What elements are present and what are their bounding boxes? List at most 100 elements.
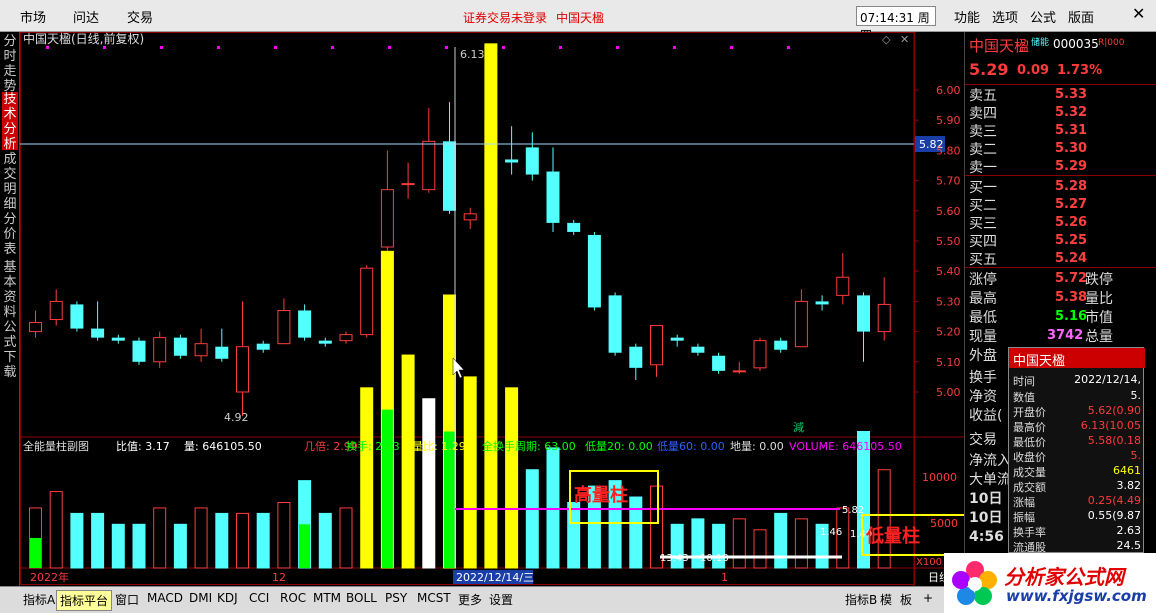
tab-mcst[interactable]: MCST: [414, 590, 454, 606]
tab-plus[interactable]: +: [920, 590, 936, 606]
volume-bar: [525, 469, 539, 569]
tab-more[interactable]: 更多: [455, 590, 485, 609]
candle-body: [774, 340, 788, 350]
candle-body: [153, 337, 167, 363]
menu-layout[interactable]: 版面: [1068, 7, 1094, 26]
tab-psy[interactable]: PSY: [382, 590, 410, 606]
volume-bar: [877, 469, 891, 569]
stat-mktcap-label: 市值: [1085, 310, 1113, 326]
ask2-price: 5.30: [1055, 141, 1088, 156]
stat-cur-vol: 3742: [1047, 328, 1084, 343]
popup-value-5: 5.: [1130, 449, 1142, 462]
tab-intraday[interactable]: 分时走势: [2, 34, 18, 94]
volume-bar: [422, 398, 436, 569]
menu-trade[interactable]: 交易: [127, 7, 153, 26]
stock-name: 中国天楹: [969, 37, 1030, 55]
bid1-label: 买一: [969, 180, 997, 196]
sub-quanhuanshou: 全换手周期: 63.00: [482, 439, 576, 453]
candle-body: [339, 334, 353, 342]
ask5-label: 卖五: [969, 88, 997, 104]
sub-chart-title: 全能量柱副图: [23, 439, 89, 453]
menu-func[interactable]: 功能: [954, 7, 980, 26]
tab-price-table[interactable]: 分价表: [2, 212, 18, 257]
menu-formula[interactable]: 公式: [1030, 7, 1056, 26]
low-label-4: 10.18: [700, 553, 729, 564]
ask4-price: 5.32: [1055, 105, 1088, 120]
popup-value-8: 0.25(4.49: [1087, 494, 1141, 507]
candle-body: [525, 147, 539, 175]
ask5-price: 5.33: [1055, 87, 1088, 102]
bar-info-popup[interactable]: 中国天楹 时间 2022/12/14, 数值 5. 开盘价 5.62(0.90 …: [1008, 347, 1145, 554]
popup-value-2: 5.62(0.90: [1087, 404, 1141, 417]
popup-label-8: 涨幅: [1013, 496, 1035, 509]
tab-trades[interactable]: 成交明细: [2, 152, 18, 212]
tab-indicator-a[interactable]: 指标A: [20, 590, 58, 609]
xaxis-year: 2022年: [30, 570, 69, 584]
tab-cci[interactable]: CCI: [246, 590, 272, 606]
volume-bar: [794, 518, 808, 569]
login-notice[interactable]: 证券交易未登录: [463, 9, 547, 26]
signal-dot: [331, 46, 334, 49]
candle-body: [608, 295, 622, 353]
bid4-label: 买四: [969, 234, 997, 250]
menu-options[interactable]: 选项: [992, 7, 1018, 26]
signal-dot: [559, 46, 562, 49]
logo-url: www.fxjgsw.com: [1006, 587, 1147, 605]
candle-body: [70, 304, 84, 329]
tab-boll[interactable]: BOLL: [343, 590, 380, 606]
r-tag: R|000: [1098, 38, 1125, 48]
tab-roc[interactable]: ROC: [277, 590, 309, 606]
tab-technical[interactable]: 技术分析: [2, 92, 18, 152]
popup-value-9: 0.55(9.87: [1087, 509, 1141, 522]
chart-area[interactable]: 5.82 中国天楹(日线,前复权) ◇ ✕ 6.13 4.92 減 6.00 5.…: [20, 32, 964, 586]
sub-unit: X100: [916, 557, 942, 568]
volume-bar: [484, 43, 498, 569]
tab-formula-download[interactable]: 公式下载: [2, 320, 18, 380]
stat-limit-up-label: 涨停: [969, 272, 997, 288]
volume-bar: [173, 523, 187, 569]
tab-board[interactable]: 板: [897, 590, 915, 609]
tab-macd[interactable]: MACD: [144, 590, 186, 606]
tab-dmi[interactable]: DMI: [186, 590, 215, 606]
candle-body: [360, 267, 374, 336]
stat-total-vol-label: 总量: [1085, 329, 1113, 345]
x-icon[interactable]: ✕: [900, 33, 909, 46]
bid3-label: 买三: [969, 216, 997, 232]
popup-label-1: 数值: [1013, 391, 1035, 404]
candle-body: [712, 355, 726, 371]
tab-window[interactable]: 窗口: [112, 590, 142, 609]
menu-market[interactable]: 市场: [20, 7, 46, 26]
candle-body: [401, 183, 415, 186]
volume-bar: [318, 512, 332, 569]
price-min-label: 4.92: [224, 411, 249, 424]
price-max-label: 6.13: [460, 48, 485, 61]
ytick-label: 5.10: [936, 356, 961, 369]
tab-mtm[interactable]: MTM: [310, 590, 344, 606]
more-label-2: 净资: [969, 389, 997, 405]
sub-volume: VOLUME: 646105.50: [789, 440, 902, 453]
candle-body: [587, 234, 601, 308]
kline-chart[interactable]: 5.82 中国天楹(日线,前复权) ◇ ✕ 6.13 4.92 減 6.00 5.…: [20, 32, 964, 586]
candle-body: [670, 337, 684, 341]
menu-qa[interactable]: 问达: [73, 7, 99, 26]
stat-vol-ratio-label: 量比: [1085, 291, 1113, 307]
volume-bar: [111, 523, 125, 569]
signal-dot: [274, 46, 277, 49]
tab-settings[interactable]: 设置: [486, 590, 516, 609]
tab-mo[interactable]: 模: [877, 590, 895, 609]
ytick-label: 5.80: [936, 144, 961, 157]
bid2-label: 买二: [969, 198, 997, 214]
tab-fundamentals[interactable]: 基本资料: [2, 260, 18, 320]
close-icon[interactable]: ✕: [1132, 4, 1145, 23]
tab-indicator-b[interactable]: 指标B: [842, 590, 880, 609]
menu-bar: 市场 问达 交易 证券交易未登录 中国天楹 07:14:31 周四 功能 选项 …: [0, 0, 1156, 42]
ytick-label: 5.90: [936, 114, 961, 127]
bid5-label: 买五: [969, 252, 997, 268]
bid4-price: 5.25: [1055, 233, 1088, 248]
diamond-icon[interactable]: ◇: [882, 33, 891, 46]
bid2-price: 5.27: [1055, 197, 1088, 212]
candle-body: [836, 276, 850, 296]
candle-body: [857, 295, 870, 332]
tab-kdj[interactable]: KDJ: [214, 590, 241, 606]
tab-indicator-platform[interactable]: 指标平台: [56, 590, 113, 611]
